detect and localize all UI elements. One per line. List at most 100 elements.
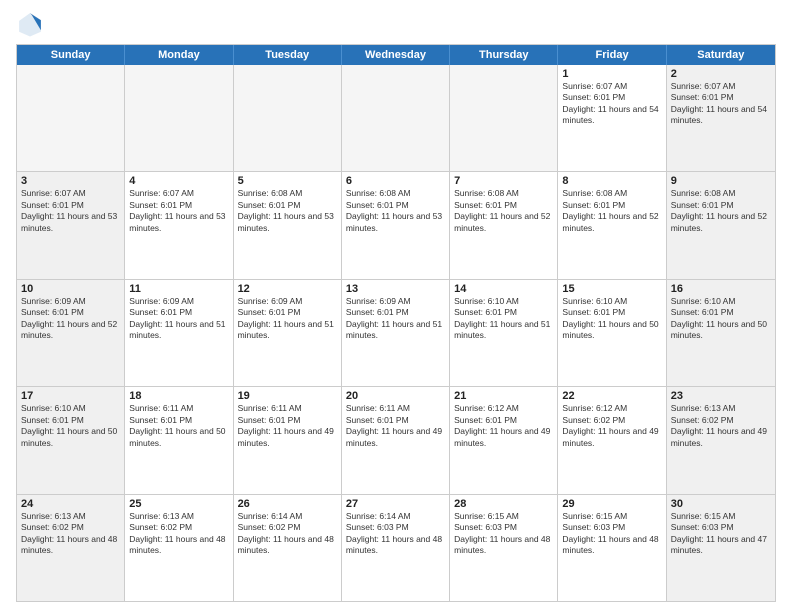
day-number: 9	[671, 175, 771, 187]
day-info: Sunrise: 6:10 AMSunset: 6:01 PMDaylight:…	[454, 296, 553, 342]
calendar-cell-day-22: 22Sunrise: 6:12 AMSunset: 6:02 PMDayligh…	[558, 387, 666, 493]
day-number: 16	[671, 283, 771, 295]
calendar: SundayMondayTuesdayWednesdayThursdayFrid…	[16, 44, 776, 602]
calendar-cell-day-17: 17Sunrise: 6:10 AMSunset: 6:01 PMDayligh…	[17, 387, 125, 493]
day-info: Sunrise: 6:13 AMSunset: 6:02 PMDaylight:…	[671, 403, 771, 449]
day-info: Sunrise: 6:09 AMSunset: 6:01 PMDaylight:…	[21, 296, 120, 342]
day-number: 30	[671, 498, 771, 510]
calendar-row-1: 3Sunrise: 6:07 AMSunset: 6:01 PMDaylight…	[17, 171, 775, 278]
day-number: 2	[671, 68, 771, 80]
calendar-cell-day-30: 30Sunrise: 6:15 AMSunset: 6:03 PMDayligh…	[667, 495, 775, 601]
calendar-cell-day-28: 28Sunrise: 6:15 AMSunset: 6:03 PMDayligh…	[450, 495, 558, 601]
day-info: Sunrise: 6:12 AMSunset: 6:02 PMDaylight:…	[562, 403, 661, 449]
day-info: Sunrise: 6:13 AMSunset: 6:02 PMDaylight:…	[21, 511, 120, 557]
calendar-cell-day-16: 16Sunrise: 6:10 AMSunset: 6:01 PMDayligh…	[667, 280, 775, 386]
day-number: 24	[21, 498, 120, 510]
calendar-cell-day-2: 2Sunrise: 6:07 AMSunset: 6:01 PMDaylight…	[667, 65, 775, 171]
weekday-header-wednesday: Wednesday	[342, 45, 450, 65]
calendar-row-3: 17Sunrise: 6:10 AMSunset: 6:01 PMDayligh…	[17, 386, 775, 493]
calendar-cell-day-10: 10Sunrise: 6:09 AMSunset: 6:01 PMDayligh…	[17, 280, 125, 386]
calendar-cell-day-11: 11Sunrise: 6:09 AMSunset: 6:01 PMDayligh…	[125, 280, 233, 386]
calendar-cell-empty	[17, 65, 125, 171]
calendar-cell-empty	[125, 65, 233, 171]
day-info: Sunrise: 6:12 AMSunset: 6:01 PMDaylight:…	[454, 403, 553, 449]
calendar-cell-day-25: 25Sunrise: 6:13 AMSunset: 6:02 PMDayligh…	[125, 495, 233, 601]
day-number: 14	[454, 283, 553, 295]
calendar-cell-day-12: 12Sunrise: 6:09 AMSunset: 6:01 PMDayligh…	[234, 280, 342, 386]
day-info: Sunrise: 6:07 AMSunset: 6:01 PMDaylight:…	[562, 81, 661, 127]
weekday-header-saturday: Saturday	[667, 45, 775, 65]
day-number: 1	[562, 68, 661, 80]
day-info: Sunrise: 6:09 AMSunset: 6:01 PMDaylight:…	[129, 296, 228, 342]
calendar-cell-day-8: 8Sunrise: 6:08 AMSunset: 6:01 PMDaylight…	[558, 172, 666, 278]
header	[16, 10, 776, 38]
day-info: Sunrise: 6:14 AMSunset: 6:02 PMDaylight:…	[238, 511, 337, 557]
calendar-cell-day-4: 4Sunrise: 6:07 AMSunset: 6:01 PMDaylight…	[125, 172, 233, 278]
calendar-cell-day-15: 15Sunrise: 6:10 AMSunset: 6:01 PMDayligh…	[558, 280, 666, 386]
day-number: 6	[346, 175, 445, 187]
day-info: Sunrise: 6:09 AMSunset: 6:01 PMDaylight:…	[238, 296, 337, 342]
page: SundayMondayTuesdayWednesdayThursdayFrid…	[0, 0, 792, 612]
day-number: 29	[562, 498, 661, 510]
calendar-cell-empty	[450, 65, 558, 171]
day-number: 15	[562, 283, 661, 295]
day-info: Sunrise: 6:07 AMSunset: 6:01 PMDaylight:…	[671, 81, 771, 127]
day-info: Sunrise: 6:11 AMSunset: 6:01 PMDaylight:…	[129, 403, 228, 449]
day-info: Sunrise: 6:07 AMSunset: 6:01 PMDaylight:…	[129, 188, 228, 234]
logo	[16, 10, 46, 38]
day-number: 23	[671, 390, 771, 402]
calendar-cell-day-3: 3Sunrise: 6:07 AMSunset: 6:01 PMDaylight…	[17, 172, 125, 278]
calendar-body: 1Sunrise: 6:07 AMSunset: 6:01 PMDaylight…	[17, 65, 775, 601]
calendar-cell-day-20: 20Sunrise: 6:11 AMSunset: 6:01 PMDayligh…	[342, 387, 450, 493]
calendar-cell-day-24: 24Sunrise: 6:13 AMSunset: 6:02 PMDayligh…	[17, 495, 125, 601]
day-number: 3	[21, 175, 120, 187]
calendar-header: SundayMondayTuesdayWednesdayThursdayFrid…	[17, 45, 775, 65]
weekday-header-tuesday: Tuesday	[234, 45, 342, 65]
day-info: Sunrise: 6:08 AMSunset: 6:01 PMDaylight:…	[346, 188, 445, 234]
calendar-cell-day-19: 19Sunrise: 6:11 AMSunset: 6:01 PMDayligh…	[234, 387, 342, 493]
calendar-row-4: 24Sunrise: 6:13 AMSunset: 6:02 PMDayligh…	[17, 494, 775, 601]
day-number: 17	[21, 390, 120, 402]
day-number: 18	[129, 390, 228, 402]
day-info: Sunrise: 6:10 AMSunset: 6:01 PMDaylight:…	[562, 296, 661, 342]
calendar-cell-day-23: 23Sunrise: 6:13 AMSunset: 6:02 PMDayligh…	[667, 387, 775, 493]
day-info: Sunrise: 6:15 AMSunset: 6:03 PMDaylight:…	[671, 511, 771, 557]
day-info: Sunrise: 6:13 AMSunset: 6:02 PMDaylight:…	[129, 511, 228, 557]
day-number: 5	[238, 175, 337, 187]
day-number: 4	[129, 175, 228, 187]
day-info: Sunrise: 6:14 AMSunset: 6:03 PMDaylight:…	[346, 511, 445, 557]
weekday-header-monday: Monday	[125, 45, 233, 65]
calendar-row-2: 10Sunrise: 6:09 AMSunset: 6:01 PMDayligh…	[17, 279, 775, 386]
weekday-header-thursday: Thursday	[450, 45, 558, 65]
day-number: 8	[562, 175, 661, 187]
day-number: 10	[21, 283, 120, 295]
day-number: 26	[238, 498, 337, 510]
day-info: Sunrise: 6:11 AMSunset: 6:01 PMDaylight:…	[238, 403, 337, 449]
day-info: Sunrise: 6:09 AMSunset: 6:01 PMDaylight:…	[346, 296, 445, 342]
calendar-cell-empty	[342, 65, 450, 171]
calendar-cell-day-1: 1Sunrise: 6:07 AMSunset: 6:01 PMDaylight…	[558, 65, 666, 171]
day-info: Sunrise: 6:08 AMSunset: 6:01 PMDaylight:…	[238, 188, 337, 234]
day-info: Sunrise: 6:07 AMSunset: 6:01 PMDaylight:…	[21, 188, 120, 234]
day-number: 13	[346, 283, 445, 295]
calendar-cell-empty	[234, 65, 342, 171]
calendar-cell-day-13: 13Sunrise: 6:09 AMSunset: 6:01 PMDayligh…	[342, 280, 450, 386]
day-number: 21	[454, 390, 553, 402]
day-number: 12	[238, 283, 337, 295]
calendar-cell-day-7: 7Sunrise: 6:08 AMSunset: 6:01 PMDaylight…	[450, 172, 558, 278]
day-number: 28	[454, 498, 553, 510]
weekday-header-friday: Friday	[558, 45, 666, 65]
calendar-cell-day-6: 6Sunrise: 6:08 AMSunset: 6:01 PMDaylight…	[342, 172, 450, 278]
day-info: Sunrise: 6:08 AMSunset: 6:01 PMDaylight:…	[454, 188, 553, 234]
day-number: 25	[129, 498, 228, 510]
calendar-cell-day-21: 21Sunrise: 6:12 AMSunset: 6:01 PMDayligh…	[450, 387, 558, 493]
day-info: Sunrise: 6:15 AMSunset: 6:03 PMDaylight:…	[454, 511, 553, 557]
day-info: Sunrise: 6:10 AMSunset: 6:01 PMDaylight:…	[21, 403, 120, 449]
day-number: 27	[346, 498, 445, 510]
calendar-cell-day-9: 9Sunrise: 6:08 AMSunset: 6:01 PMDaylight…	[667, 172, 775, 278]
day-info: Sunrise: 6:15 AMSunset: 6:03 PMDaylight:…	[562, 511, 661, 557]
day-number: 19	[238, 390, 337, 402]
calendar-cell-day-5: 5Sunrise: 6:08 AMSunset: 6:01 PMDaylight…	[234, 172, 342, 278]
calendar-cell-day-14: 14Sunrise: 6:10 AMSunset: 6:01 PMDayligh…	[450, 280, 558, 386]
calendar-cell-day-27: 27Sunrise: 6:14 AMSunset: 6:03 PMDayligh…	[342, 495, 450, 601]
